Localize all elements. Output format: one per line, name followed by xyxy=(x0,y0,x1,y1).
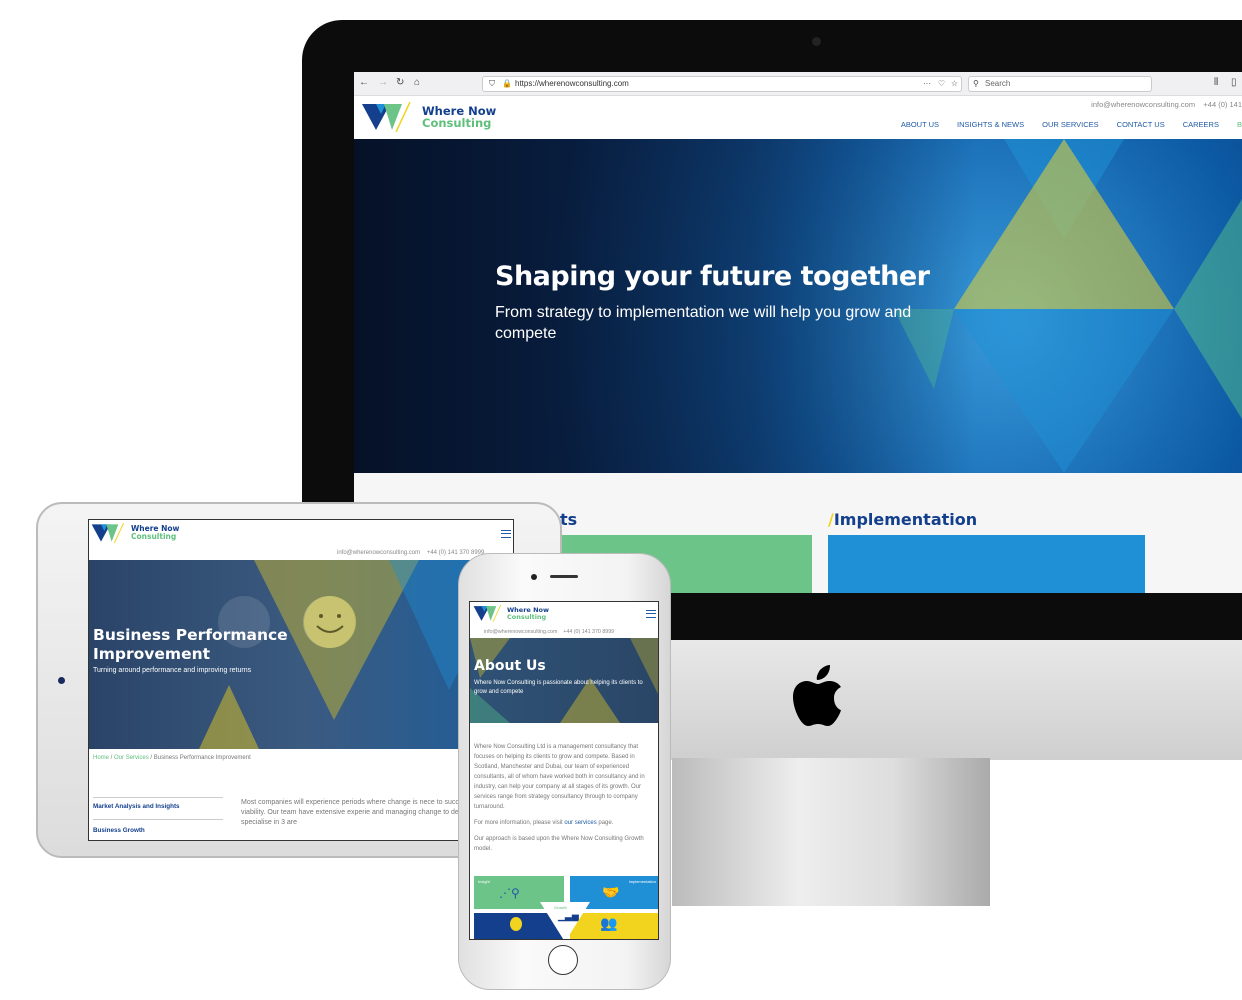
phone-body-para1: Where Now Consulting Ltd is a management… xyxy=(474,744,645,810)
header-email[interactable]: info@wherenowconsulting.com xyxy=(1091,100,1195,109)
bar-chart-icon: ▁▃▅ xyxy=(558,911,579,921)
breadcrumb-services[interactable]: Our Services xyxy=(114,755,149,761)
url-bar[interactable]: ⛉ 🔒 https://wherenowconsulting.com ··· ♡… xyxy=(482,76,962,92)
handshake-icon: 🤝 xyxy=(602,884,620,900)
nav-about-us[interactable]: ABOUT US xyxy=(901,120,939,129)
phone-camera xyxy=(531,574,537,580)
search-input[interactable]: ⚲ Search xyxy=(968,76,1152,92)
sidebar-icon[interactable]: ▯ xyxy=(1231,78,1237,88)
more-icon[interactable]: ··· xyxy=(923,80,931,88)
phone-contact: info@wherenowconsulting.com +44 (0) 141 … xyxy=(484,629,614,635)
nav-contact-us[interactable]: CONTACT US xyxy=(1117,120,1165,129)
nav-truncated[interactable]: B xyxy=(1237,120,1242,129)
hero-title: Shaping your future together xyxy=(495,261,930,292)
hero-banner: Shaping your future together From strate… xyxy=(354,139,1242,473)
tablet-contact: info@wherenowconsulting.com +44 (0) 141 … xyxy=(337,550,484,556)
tablet-screen: Where Now Consulting info@wherenowconsult… xyxy=(88,519,514,841)
header-contact: info@wherenowconsulting.com +44 (0) 141 xyxy=(1091,100,1242,109)
phone-home-button[interactable] xyxy=(548,945,578,975)
hamburger-menu-icon[interactable] xyxy=(501,530,511,538)
phone-hero-subtitle: Where Now Consulting is passionate about… xyxy=(474,680,643,695)
logo-mark-icon xyxy=(362,102,411,132)
team-icon: 👥 xyxy=(600,915,618,931)
implementation-card[interactable] xyxy=(828,535,1145,593)
browser-toolbar: ← → ↻ ⌂ ⛉ 🔒 https://wherenowconsulting.c… xyxy=(354,72,1242,96)
tablet-home-button xyxy=(58,677,65,684)
search-icon: ⚲ xyxy=(973,79,979,88)
hamburger-menu-icon[interactable] xyxy=(646,610,656,618)
section-title-insights-partial: ts xyxy=(560,510,578,529)
main-nav: ABOUT US INSIGHTS & NEWS OUR SERVICES CO… xyxy=(901,120,1242,129)
tablet-email[interactable]: info@wherenowconsulting.com xyxy=(337,550,420,556)
section-title-implementation: Implementation xyxy=(833,510,978,529)
coins-icon xyxy=(510,917,522,931)
search-placeholder: Search xyxy=(985,79,1011,88)
nav-careers[interactable]: CAREERS xyxy=(1183,120,1219,129)
site-header: Where Now Consulting info@wherenowconsult… xyxy=(354,96,1242,139)
nav-insights-news[interactable]: INSIGHTS & NEWS xyxy=(957,120,1024,129)
para2-text-end: page. xyxy=(596,820,614,826)
our-services-link[interactable]: our services xyxy=(564,820,596,826)
lock-icon: 🔒 xyxy=(502,79,512,88)
model-growth-label: Growth xyxy=(554,905,567,910)
chart-magnifier-icon: ⋰⚲ xyxy=(499,886,520,900)
back-icon[interactable]: ← xyxy=(359,78,369,88)
phone-body-para2: For more information, please visit our s… xyxy=(474,818,658,828)
url-text: https://wherenowconsulting.com xyxy=(515,79,629,88)
monitor-camera xyxy=(812,37,821,46)
monitor-stand xyxy=(672,758,990,906)
phone-email[interactable]: info@wherenowconsulting.com xyxy=(484,629,557,635)
phone-hero-title: About Us xyxy=(474,658,546,674)
sidebar-item-market-analysis[interactable]: Market Analysis and Insights xyxy=(93,797,223,810)
phone-phone[interactable]: +44 (0) 141 370 8999 xyxy=(563,629,614,635)
forward-icon[interactable]: → xyxy=(378,78,388,88)
phone-logo[interactable]: Where Now Consulting xyxy=(473,605,549,622)
breadcrumb: Home / Our Services / Business Performan… xyxy=(93,755,251,761)
para2-text: For more information, please visit xyxy=(474,820,565,826)
logo[interactable]: Where Now Consulting xyxy=(362,102,496,132)
logo-line2: Consulting xyxy=(131,532,177,541)
tablet-hero-subtitle: Turning around performance and improving… xyxy=(93,667,252,674)
apple-logo-icon xyxy=(793,665,841,726)
breadcrumb-current: Business Performance Improvement xyxy=(153,755,251,761)
hero-triangles xyxy=(894,139,1242,473)
nav-our-services[interactable]: OUR SERVICES xyxy=(1042,120,1099,129)
model-insight-label: Insight xyxy=(478,879,490,884)
phone-body-para3: Our approach is based upon the Where Now… xyxy=(474,836,644,852)
reload-icon[interactable]: ↻ xyxy=(396,78,404,88)
shield-icon: ⛉ xyxy=(489,79,495,88)
logo-line2: Consulting xyxy=(507,612,547,621)
model-people: 👥 xyxy=(570,913,658,939)
phone-speaker xyxy=(550,575,578,578)
phone-screen: Where Now Consulting info@wherenowconsult… xyxy=(469,601,659,940)
header-phone[interactable]: +44 (0) 141 xyxy=(1203,100,1242,109)
hero-subtitle: From strategy to implementation we will … xyxy=(495,304,912,342)
logo-line2: Consulting xyxy=(422,116,492,130)
phone-hero: About Us Where Now Consulting is passion… xyxy=(470,638,658,723)
tablet-hero-title: Business Performance Improvement xyxy=(93,626,288,663)
home-icon[interactable]: ⌂ xyxy=(414,78,420,88)
star-icon[interactable]: ☆ xyxy=(951,80,958,88)
tablet-logo[interactable]: Where Now Consulting xyxy=(91,523,179,543)
breadcrumb-home[interactable]: Home xyxy=(93,755,109,761)
library-icon[interactable]: ⫴ xyxy=(1214,78,1218,88)
logo-mark-icon xyxy=(473,605,502,622)
model-implementation-label: Implementation xyxy=(628,879,656,884)
tablet-hero: Business Performance Improvement Turning… xyxy=(89,560,513,749)
logo-mark-icon xyxy=(91,523,125,543)
sidebar-item-business-growth[interactable]: Business Growth xyxy=(93,819,223,834)
pocket-icon[interactable]: ♡ xyxy=(938,80,945,88)
